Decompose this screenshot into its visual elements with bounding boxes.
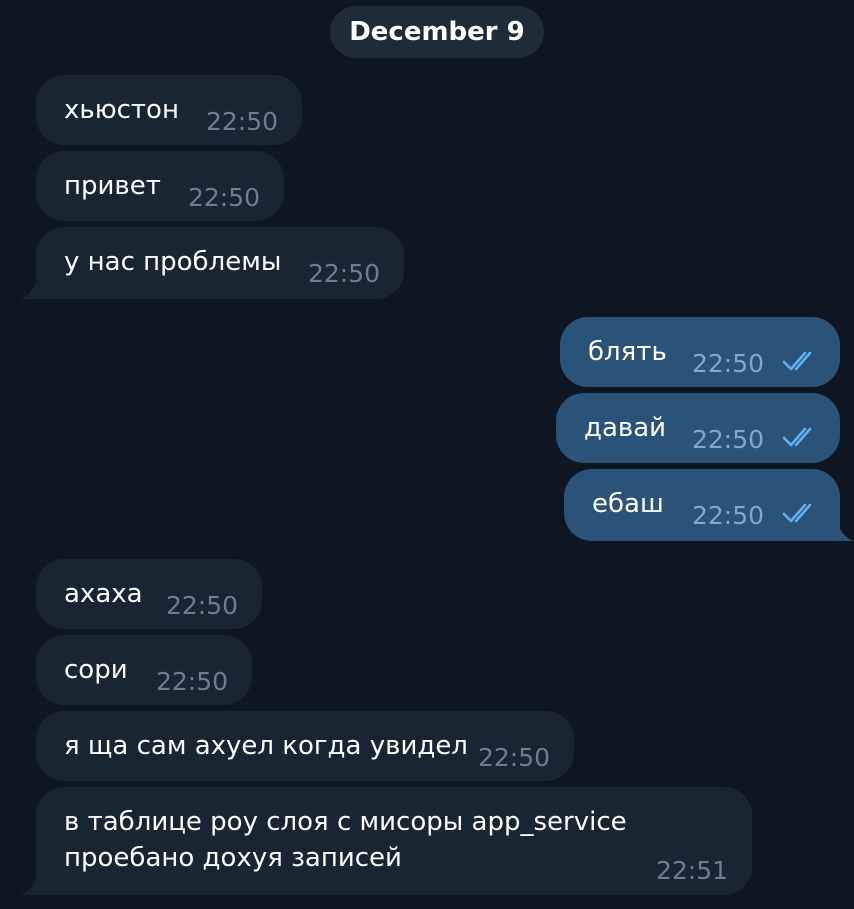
message-bubble-incoming[interactable]: ахаха 22:50 <box>36 559 262 629</box>
message-time: 22:50 <box>166 591 239 620</box>
message-time: 22:50 <box>692 501 765 530</box>
message-bubble-outgoing[interactable]: блять 22:50 <box>560 317 840 387</box>
message-time: 22:50 <box>308 259 381 288</box>
message-text: ахаха <box>64 579 143 609</box>
message-time: 22:50 <box>206 107 279 136</box>
message-text: у нас проблемы <box>64 247 282 277</box>
message-text: хьюстон <box>64 95 179 125</box>
double-check-icon <box>782 503 812 523</box>
message-text: я ща сам ахуел когда увидел <box>64 731 468 761</box>
message-text: блять <box>588 337 667 367</box>
message-bubble-incoming[interactable]: у нас проблемы 22:50 <box>36 227 404 299</box>
message-bubble-incoming[interactable]: хьюстон 22:50 <box>36 75 302 145</box>
date-separator: December 9 <box>330 6 544 58</box>
message-text-line: в таблице роу слоя с мисоры app_service <box>64 807 627 837</box>
message-time: 22:50 <box>692 349 765 378</box>
double-check-icon <box>782 427 812 447</box>
message-text-line: проебано дохуя записей <box>64 843 402 873</box>
message-time: 22:50 <box>478 743 551 772</box>
message-bubble-outgoing[interactable]: ебаш 22:50 <box>564 469 840 541</box>
message-time: 22:50 <box>156 667 229 696</box>
message-text: давай <box>584 413 667 443</box>
message-bubble-incoming[interactable]: сори 22:50 <box>36 635 252 705</box>
message-time: 22:51 <box>656 856 729 885</box>
message-text: сори <box>64 655 128 685</box>
message-time: 22:50 <box>692 425 765 454</box>
message-text: привет <box>64 171 161 201</box>
message-bubble-incoming[interactable]: привет 22:50 <box>36 151 284 221</box>
message-bubble-incoming[interactable]: в таблице роу слоя с мисоры app_service … <box>36 787 752 895</box>
message-bubble-incoming[interactable]: я ща сам ахуел когда увидел 22:50 <box>36 711 574 781</box>
message-time: 22:50 <box>188 183 261 212</box>
message-bubble-outgoing[interactable]: давай 22:50 <box>556 393 840 463</box>
double-check-icon <box>782 351 812 371</box>
message-text: ебаш <box>592 489 664 519</box>
message-text: в таблице роу слоя с мисоры app_service … <box>64 804 644 876</box>
